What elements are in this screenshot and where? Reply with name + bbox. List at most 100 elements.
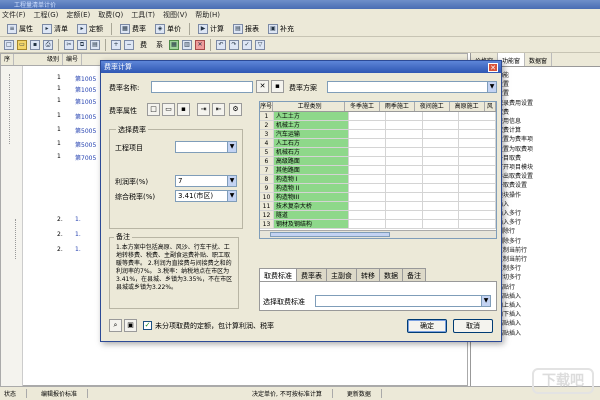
function-list-item[interactable]: 粘贴插入 bbox=[497, 319, 600, 328]
function-list-item[interactable]: 插入多行 bbox=[497, 209, 600, 218]
function-list-item[interactable]: 记录费用设置 bbox=[497, 99, 600, 108]
rate-cell[interactable] bbox=[349, 184, 386, 192]
rate-plan-select[interactable]: ▼ bbox=[327, 81, 497, 93]
table-row[interactable]: 2 机械土方 bbox=[260, 121, 496, 130]
toolbar-attr-button[interactable]: ≡ 属性 bbox=[4, 22, 36, 35]
function-list-item[interactable]: 模块操作 bbox=[497, 191, 600, 200]
rate-cell[interactable] bbox=[386, 148, 423, 156]
cut-icon[interactable]: ✂ bbox=[64, 39, 74, 50]
undo-icon[interactable]: ↶ bbox=[216, 39, 226, 50]
save-icon[interactable]: ▪ bbox=[30, 39, 40, 50]
function-list-item[interactable]: 粘贴插入 bbox=[497, 292, 600, 301]
table-row[interactable]: 11 技术复杂大桥 bbox=[260, 202, 496, 211]
horizontal-scrollbar[interactable] bbox=[260, 230, 496, 238]
menu-view[interactable]: 视图(V) bbox=[163, 10, 187, 20]
save-icon[interactable]: ▪ bbox=[271, 80, 284, 93]
new-icon[interactable]: □ bbox=[147, 103, 160, 116]
table-row[interactable]: 6 高级路面 bbox=[260, 157, 496, 166]
rate-cell[interactable] bbox=[423, 157, 460, 165]
toolbar-price-button[interactable]: ◈ 单价 bbox=[152, 22, 184, 35]
function-list-item[interactable]: 粘贴行 bbox=[497, 283, 600, 292]
toolbar-report-button[interactable]: ▤ 报表 bbox=[230, 22, 262, 35]
paste-icon[interactable]: ▤ bbox=[90, 39, 100, 50]
grid-icon[interactable]: ▦ bbox=[169, 39, 179, 50]
function-list-item[interactable]: 删除行 bbox=[497, 227, 600, 236]
rate-cell[interactable] bbox=[386, 184, 423, 192]
project-select[interactable]: ▼ bbox=[175, 141, 237, 153]
rate-cell[interactable] bbox=[423, 220, 460, 228]
function-list-item[interactable]: 打开项目模块 bbox=[497, 163, 600, 172]
rate-cell[interactable] bbox=[459, 121, 496, 129]
function-list-item[interactable]: 复制当前行 bbox=[497, 255, 600, 264]
function-list-item[interactable]: 费用信息 bbox=[497, 117, 600, 126]
import-icon[interactable]: ⇥ bbox=[197, 103, 210, 116]
tab-data[interactable]: 数据窗 bbox=[525, 53, 553, 66]
chevron-down-icon[interactable]: ▼ bbox=[227, 176, 236, 186]
function-list-item[interactable]: 取费计算 bbox=[497, 126, 600, 135]
menu-project[interactable]: 工程(G) bbox=[34, 10, 59, 20]
table-row[interactable]: 4 人工石方 bbox=[260, 139, 496, 148]
rate-cell[interactable] bbox=[459, 130, 496, 138]
function-list-item[interactable]: 插入 bbox=[497, 200, 600, 209]
rate-cell[interactable] bbox=[459, 211, 496, 219]
rate-cell[interactable] bbox=[423, 148, 460, 156]
rate-cell[interactable] bbox=[349, 121, 386, 129]
rate-cell[interactable] bbox=[386, 220, 423, 228]
toolbar-rate-button[interactable]: ▦ 费率 bbox=[117, 22, 149, 35]
rate-cell[interactable] bbox=[459, 139, 496, 147]
menu-help[interactable]: 帮助(H) bbox=[195, 10, 220, 20]
menu-tools[interactable]: 工具(T) bbox=[131, 10, 155, 20]
rate-cell[interactable] bbox=[349, 112, 386, 120]
rate-cell[interactable] bbox=[423, 121, 460, 129]
copy-icon[interactable]: ⧉ bbox=[77, 39, 87, 50]
function-list-item[interactable]: 设置为取费项 bbox=[497, 145, 600, 154]
menu-quota[interactable]: 定额(E) bbox=[66, 10, 90, 20]
function-list-item[interactable]: 功能 bbox=[497, 71, 600, 80]
rate-table[interactable]: 序号 工程类别 冬季施工 雨季施工 夜间施工 高原施工 风 1 人工土方 2 机械土方… bbox=[259, 101, 497, 239]
function-list-item[interactable]: 取费 bbox=[497, 108, 600, 117]
menu-file[interactable]: 文件(F) bbox=[2, 10, 26, 20]
redo-icon[interactable]: ↷ bbox=[229, 39, 239, 50]
clear-icon[interactable]: ✕ bbox=[256, 80, 269, 93]
function-list-item[interactable]: 设置 bbox=[497, 80, 600, 89]
rate-cell[interactable] bbox=[423, 112, 460, 120]
table-row[interactable]: 10 构造物III bbox=[260, 193, 496, 202]
function-list-item[interactable]: 一取费设置 bbox=[497, 181, 600, 190]
rate-cell[interactable] bbox=[349, 193, 386, 201]
function-list-item[interactable]: 粘贴插入 bbox=[497, 329, 600, 338]
insert-row-icon[interactable]: + bbox=[111, 39, 121, 50]
toolbar-system-text[interactable]: 系 bbox=[153, 38, 166, 51]
include-profit-checkbox[interactable]: ✓ bbox=[143, 321, 152, 330]
function-list-item[interactable]: 向下插入 bbox=[497, 310, 600, 319]
toolbar-supplement-button[interactable]: ▣ 补充 bbox=[265, 22, 297, 35]
rate-cell[interactable] bbox=[349, 166, 386, 174]
rate-cell[interactable] bbox=[459, 157, 496, 165]
rate-cell[interactable] bbox=[386, 211, 423, 219]
rate-cell[interactable] bbox=[459, 202, 496, 210]
export-icon[interactable]: ⇤ bbox=[212, 103, 225, 116]
table-icon[interactable]: ▥ bbox=[182, 39, 192, 50]
table-row[interactable]: 7 其他路面 bbox=[260, 166, 496, 175]
toolbar-calc-button[interactable]: ▶ 计算 bbox=[195, 22, 227, 35]
function-list-item[interactable]: 复制多行 bbox=[497, 264, 600, 273]
rate-cell[interactable] bbox=[386, 139, 423, 147]
rate-cell[interactable] bbox=[386, 130, 423, 138]
toolbar-fee-text[interactable]: 费 bbox=[137, 38, 150, 51]
tax-select[interactable]: 3.41(市区) ▼ bbox=[175, 190, 237, 202]
function-list-item[interactable]: 复制当前行 bbox=[497, 246, 600, 255]
delete-row-icon[interactable]: − bbox=[124, 39, 134, 50]
function-list-item[interactable]: 插入多行 bbox=[497, 218, 600, 227]
toolbar-quota-button[interactable]: ▸ 定额 bbox=[74, 22, 106, 35]
cancel-button[interactable]: 取消 bbox=[453, 319, 493, 333]
table-row[interactable]: 8 构造物 I bbox=[260, 175, 496, 184]
rate-cell[interactable] bbox=[459, 184, 496, 192]
rate-cell[interactable] bbox=[349, 175, 386, 183]
function-list-item[interactable]: 子目取费 bbox=[497, 154, 600, 163]
lock-icon[interactable]: ▣ bbox=[124, 319, 137, 332]
table-row[interactable]: 13 钢材及钢结构 bbox=[260, 220, 496, 229]
scrollbar-thumb[interactable] bbox=[270, 232, 390, 237]
rate-cell[interactable] bbox=[459, 112, 496, 120]
tab-function[interactable]: 功能窗 bbox=[498, 53, 526, 66]
rate-cell[interactable] bbox=[349, 130, 386, 138]
rate-cell[interactable] bbox=[459, 166, 496, 174]
